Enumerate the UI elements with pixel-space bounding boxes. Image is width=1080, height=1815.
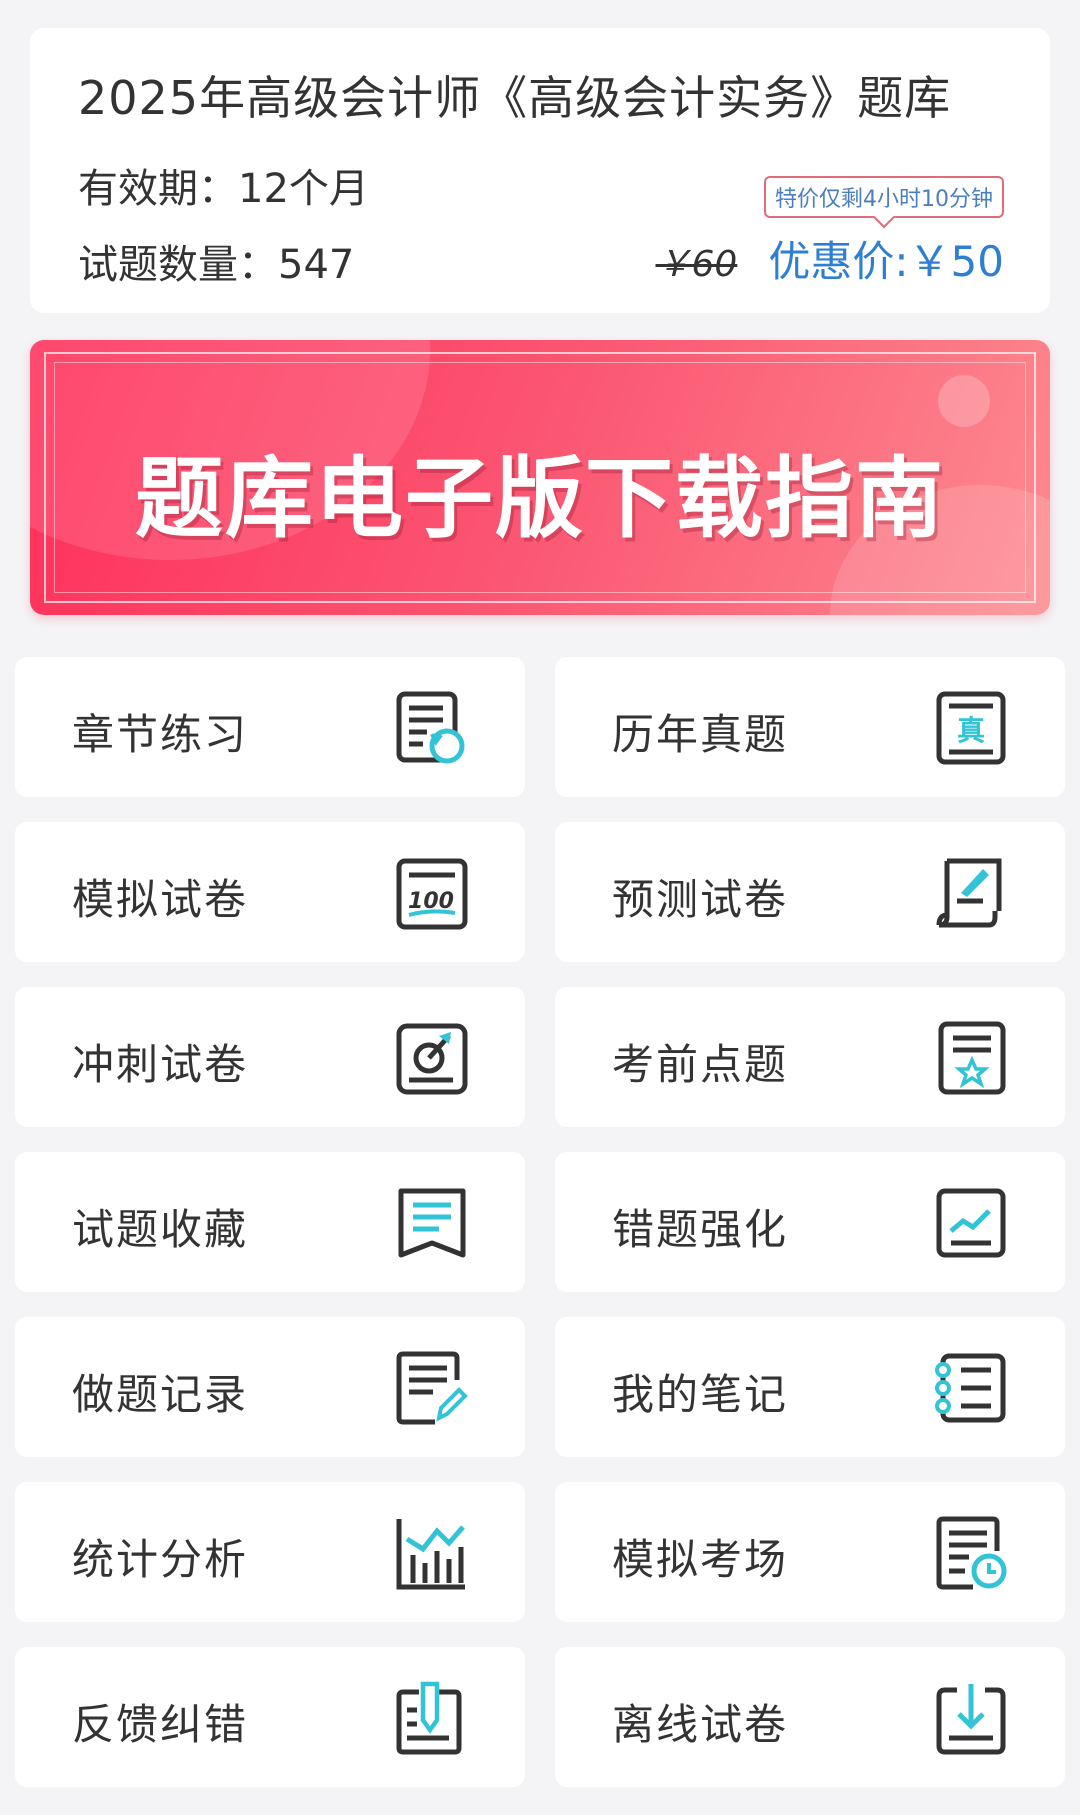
bookmark-icon [398, 1188, 466, 1258]
wrong-question-chart-icon [936, 1188, 1006, 1258]
menu-item-label: 模拟试卷 [72, 875, 249, 924]
svg-text:真: 真 [957, 714, 985, 747]
past-exams-icon: 真 [936, 691, 1006, 765]
menu-item-label: 反馈纠错 [72, 1700, 249, 1749]
download-guide-banner[interactable]: 题库电子版下载指南 [30, 340, 1050, 615]
menu-item-statistics[interactable]: 统计分析 [15, 1482, 525, 1622]
menu-item-label: 考前点题 [612, 1040, 789, 1089]
feedback-pen-icon [396, 1681, 462, 1755]
menu-item-label: 试题收藏 [72, 1205, 249, 1254]
menu-item-label: 我的笔记 [612, 1370, 789, 1419]
menu-item-label: 历年真题 [612, 710, 789, 759]
menu-item-label: 错题强化 [612, 1205, 789, 1254]
menu-item-label: 做题记录 [72, 1370, 249, 1419]
menu-item-mock-exam-room[interactable]: 模拟考场 [555, 1482, 1065, 1622]
chapter-practice-icon [396, 691, 465, 764]
sprint-paper-icon [396, 1023, 468, 1095]
mock-paper-icon: 100 [396, 858, 468, 930]
notebook-icon [935, 1353, 1006, 1423]
menu-item-prediction-paper[interactable]: 预测试卷 [555, 822, 1065, 962]
menu-item-chapter-practice[interactable]: 章节练习 [15, 657, 525, 797]
question-count-text: 试题数量：547 [78, 242, 355, 288]
validity-text: 有效期：12个月 [78, 166, 369, 212]
menu-item-past-exams[interactable]: 历年真题 真 [555, 657, 1065, 797]
pre-exam-star-icon [938, 1021, 1006, 1095]
exam-clock-icon [936, 1516, 1007, 1590]
menu-item-label: 离线试卷 [612, 1700, 789, 1749]
bar-chart-icon [396, 1519, 465, 1590]
product-info-card: 2025年高级会计师《高级会计实务》题库 有效期：12个月 试题数量：547 特… [30, 28, 1050, 313]
banner-title: 题库电子版下载指南 [134, 447, 945, 550]
menu-item-favorites[interactable]: 试题收藏 [15, 1152, 525, 1292]
menu-item-label: 模拟考场 [612, 1535, 789, 1584]
menu-item-label: 章节练习 [72, 710, 249, 759]
countdown-badge: 特价仅剩4小时10分钟 [764, 176, 1004, 218]
prediction-paper-icon [936, 858, 1002, 928]
menu-item-pre-exam-points[interactable]: 考前点题 [555, 987, 1065, 1127]
record-edit-icon [396, 1351, 468, 1425]
menu-item-label: 冲刺试卷 [72, 1040, 249, 1089]
menu-item-wrong-questions[interactable]: 错题强化 [555, 1152, 1065, 1292]
product-title: 2025年高级会计师《高级会计实务》题库 [78, 71, 952, 125]
menu-item-feedback[interactable]: 反馈纠错 [15, 1647, 525, 1787]
menu-item-practice-record[interactable]: 做题记录 [15, 1317, 525, 1457]
price-row: ￥60 优惠价:￥50 [655, 228, 1004, 289]
original-price: ￥60 [655, 244, 738, 285]
discount-price: 优惠价:￥50 [768, 237, 1004, 286]
menu-item-my-notes[interactable]: 我的笔记 [555, 1317, 1065, 1457]
menu-item-sprint-paper[interactable]: 冲刺试卷 [15, 987, 525, 1127]
download-icon [936, 1684, 1006, 1755]
menu-item-offline-paper[interactable]: 离线试卷 [555, 1647, 1065, 1787]
menu-item-label: 统计分析 [72, 1535, 249, 1584]
menu-item-label: 预测试卷 [612, 875, 789, 924]
menu-item-mock-paper[interactable]: 模拟试卷 100 [15, 822, 525, 962]
